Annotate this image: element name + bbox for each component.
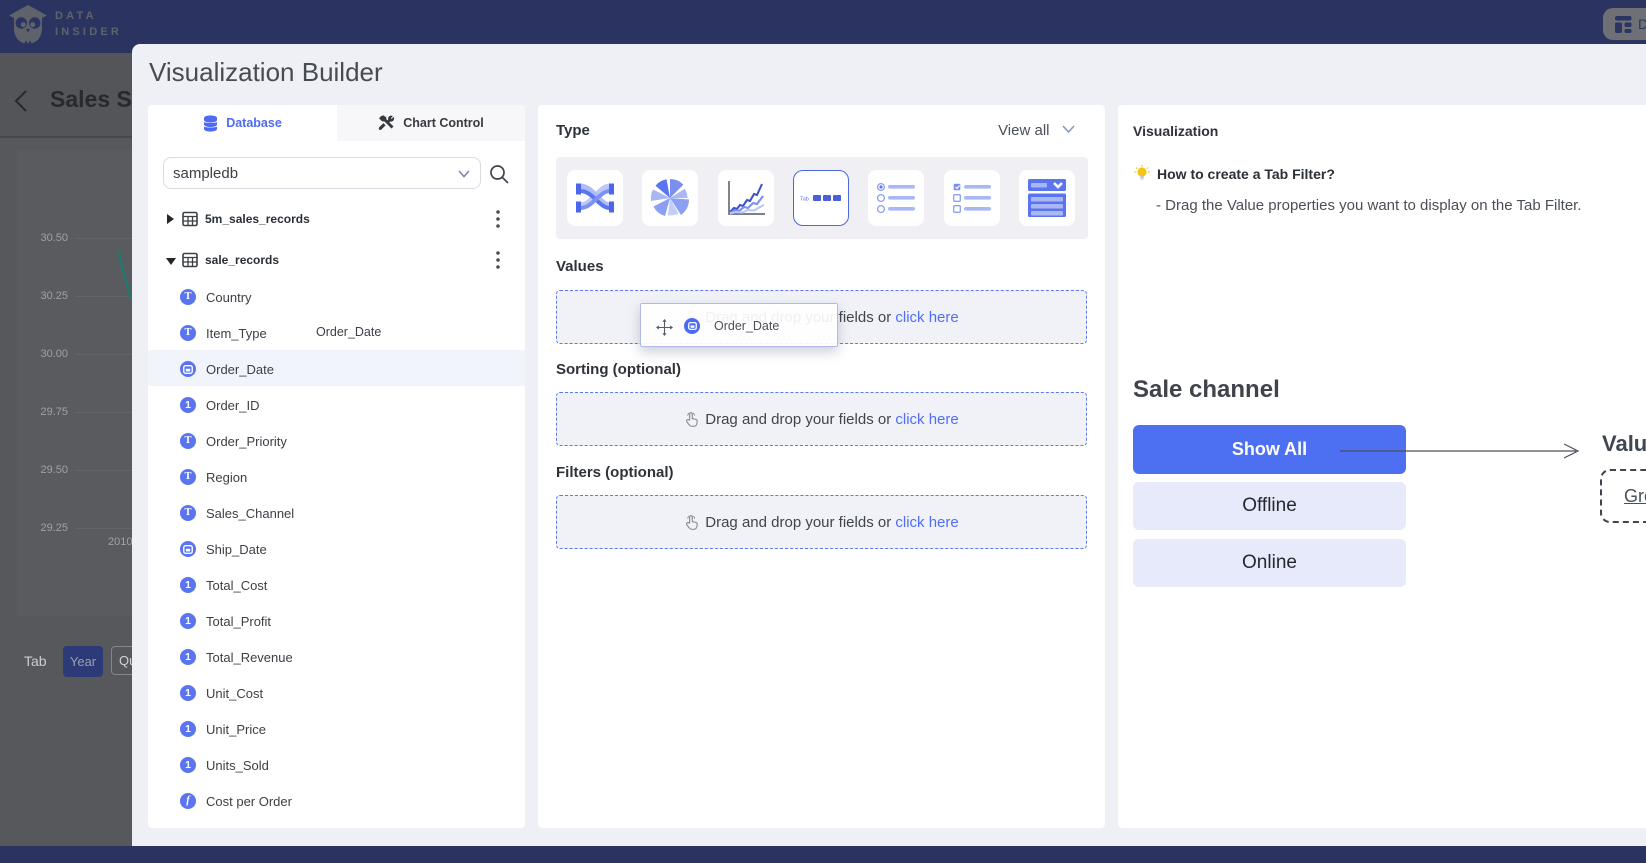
svg-text:Tab: Tab (800, 197, 809, 203)
